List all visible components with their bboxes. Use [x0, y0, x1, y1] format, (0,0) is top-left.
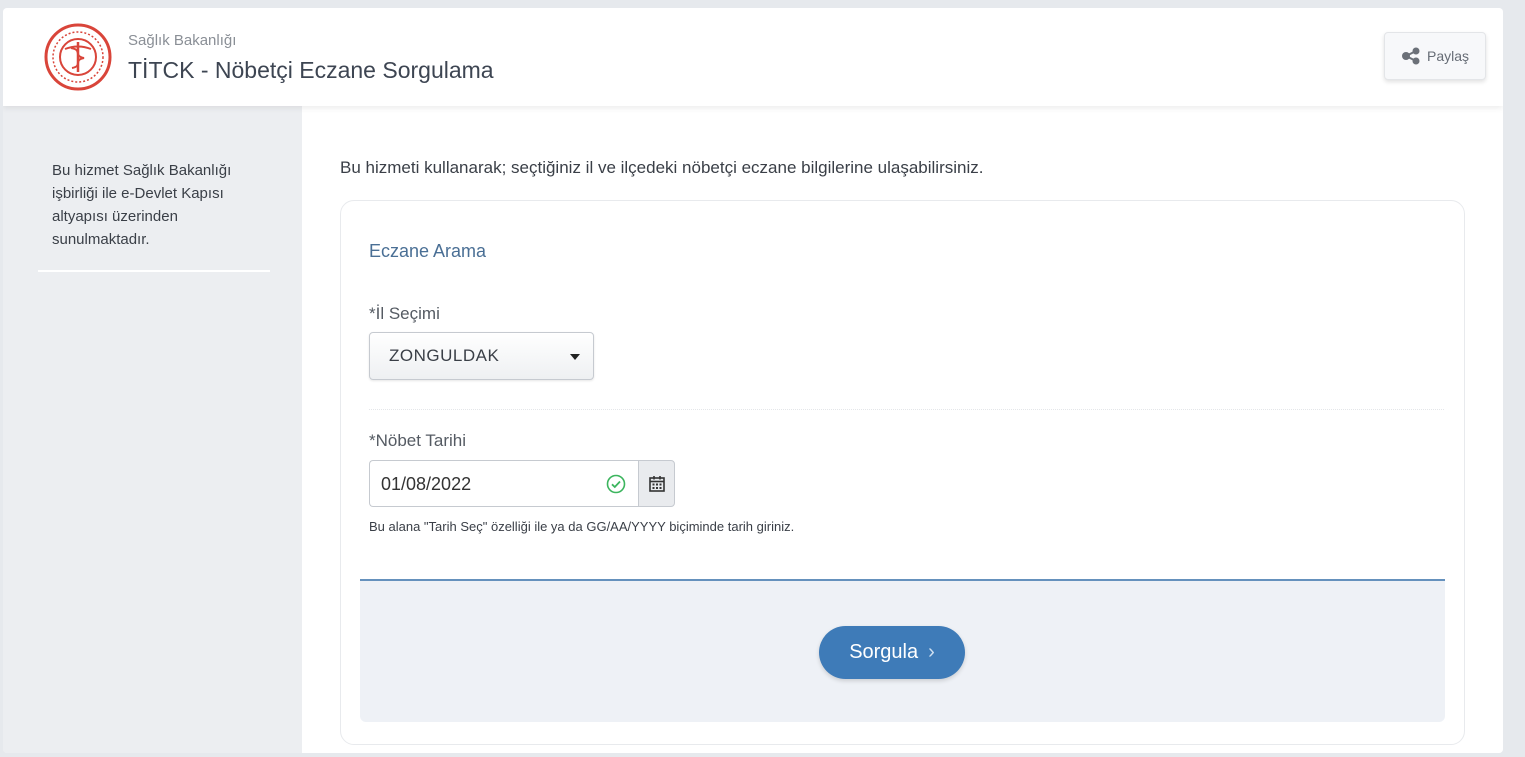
- sidebar-divider: [38, 270, 270, 272]
- search-card: Eczane Arama *İl Seçimi ZONGULDAK *Nöbet…: [340, 200, 1465, 745]
- action-area: Sorgula ›: [360, 579, 1445, 722]
- date-label: *Nöbet Tarihi: [369, 431, 467, 450]
- page-title: TİTCK - Nöbetçi Eczane Sorgulama: [128, 57, 494, 83]
- calendar-icon: [648, 475, 665, 492]
- card-title: Eczane Arama: [369, 241, 487, 261]
- share-button[interactable]: Paylaş: [1384, 32, 1486, 80]
- caret-down-icon: [570, 354, 580, 360]
- org-name: Sağlık Bakanlığı: [128, 32, 237, 49]
- sidebar-info-text: Bu hizmet Sağlık Bakanlığı işbirliği ile…: [52, 162, 232, 248]
- share-label: Paylaş: [1426, 48, 1470, 64]
- province-select[interactable]: ZONGULDAK: [369, 332, 594, 380]
- province-label: *İl Seçimi: [369, 304, 440, 323]
- chevron-right-icon: ›: [928, 641, 935, 663]
- ministry-health-logo: [44, 23, 112, 91]
- main-content: Bu hizmeti kullanarak; seçtiğiniz il ve …: [302, 106, 1503, 753]
- check-circle-icon: [606, 474, 626, 494]
- date-input[interactable]: [369, 460, 638, 507]
- page: Sağlık Bakanlığı TİTCK - Nöbetçi Eczane …: [3, 8, 1503, 753]
- field-separator: [369, 409, 1444, 410]
- date-hint-text: Bu alana "Tarih Seç" özelliği ile ya da …: [369, 519, 795, 534]
- share-icon: [1401, 47, 1420, 65]
- sidebar: Bu hizmet Sağlık Bakanlığı işbirliği ile…: [3, 106, 302, 753]
- header: Sağlık Bakanlığı TİTCK - Nöbetçi Eczane …: [3, 8, 1503, 106]
- date-input-group: [369, 460, 675, 507]
- submit-label: Sorgula: [849, 641, 919, 663]
- calendar-button[interactable]: [638, 460, 675, 507]
- submit-button[interactable]: Sorgula ›: [819, 626, 965, 679]
- province-selected-value: ZONGULDAK: [389, 346, 500, 365]
- intro-text: Bu hizmeti kullanarak; seçtiğiniz il ve …: [340, 158, 984, 177]
